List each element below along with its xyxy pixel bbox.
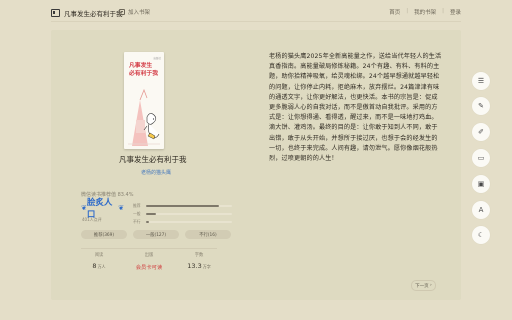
book-menu-icon[interactable]	[51, 9, 60, 17]
rating-bar-fill	[146, 221, 149, 223]
stats-divider	[81, 248, 217, 249]
cover-illustration	[128, 88, 160, 146]
cover-publisher-mark: 出版社	[153, 57, 161, 60]
stat-value: 13.3万字	[187, 262, 211, 270]
stat-label: 阅读	[94, 253, 104, 258]
nav-my-shelf-link[interactable]: 我的书架	[414, 8, 436, 16]
book-detail-panel: 出版社 凡事发生 必有利于我 凡事发生必有利于我 老杨的猫头鹰 微信读书推荐值 …	[51, 30, 461, 300]
rating-bar-bad: 不行	[133, 218, 232, 226]
review-count: 401人点评	[82, 217, 102, 222]
shelf-icon	[119, 9, 125, 15]
add-to-shelf-label: 加入书架	[128, 10, 151, 16]
vote-bad-button[interactable]: 不行(16)	[185, 230, 231, 239]
rating-bar-fill	[146, 205, 220, 207]
rating-bar-label: 推荐	[133, 203, 141, 208]
cover-title: 凡事发生 必有利于我	[129, 63, 158, 77]
list-icon[interactable]: ☰	[472, 72, 490, 90]
stat-value[interactable]: 会员卡可读	[131, 263, 167, 271]
stat-word-count: 字数 13.3万字	[181, 252, 217, 270]
rating-bar-label: 不行	[133, 219, 141, 224]
nav-separator: |	[442, 8, 444, 14]
vote-recommend-button[interactable]: 推荐(369)	[81, 230, 127, 239]
top-nav: 首页 | 我的书架 | 登录	[383, 8, 461, 16]
rating-bars: 推荐 一般 不行	[133, 202, 232, 226]
font-icon[interactable]: A	[472, 201, 490, 219]
pen-icon[interactable]: ✐	[472, 123, 490, 141]
stat-label: 出版	[144, 253, 154, 258]
book-cover[interactable]: 出版社 凡事发生 必有利于我	[124, 52, 164, 149]
header-divider	[51, 21, 461, 22]
next-page-button[interactable]: 下一页 ›	[411, 280, 436, 291]
night-mode-icon[interactable]: ☾	[472, 226, 490, 244]
comment-icon[interactable]: ▭	[472, 149, 490, 167]
top-bar: 凡事发生必有利于我 加入书架 首页 | 我的书架 | 登录	[0, 0, 512, 26]
nav-separator: |	[406, 8, 409, 14]
stat-readers: 阅读 8万人	[81, 252, 117, 270]
stat-publish: 出版 会员卡可读	[131, 252, 167, 271]
book-introduction: 老杨的猫头鹰2025年全新高能量之作，送给当代年轻人的生活真香指南。高能量破局修…	[269, 53, 442, 163]
header-book-title[interactable]: 凡事发生必有利于我	[64, 8, 123, 18]
rating-bar-recommend: 推荐	[133, 202, 232, 210]
rating-bar-track	[146, 213, 232, 215]
rating-bar-track	[146, 205, 232, 207]
recommendation-badge: 脍炙人口	[81, 198, 124, 220]
vote-average-button[interactable]: 一般(127)	[133, 230, 179, 239]
book-title: 凡事发生必有利于我	[119, 155, 187, 164]
nav-login-link[interactable]: 登录	[450, 8, 461, 16]
rating-bar-fill	[146, 213, 157, 215]
stat-value: 8万人	[92, 262, 106, 270]
rating-bar-label: 一般	[133, 211, 141, 216]
highlight-icon[interactable]: ✎	[472, 97, 490, 115]
rating-bar-track	[146, 221, 232, 223]
rating-bar-average: 一般	[133, 210, 232, 218]
stat-label: 字数	[194, 253, 204, 258]
book-author-link[interactable]: 老杨的猫头鹰	[141, 169, 171, 176]
add-to-shelf-button[interactable]: 加入书架	[119, 8, 150, 16]
image-icon[interactable]: ▣	[472, 175, 490, 193]
nav-home-link[interactable]: 首页	[389, 8, 400, 16]
